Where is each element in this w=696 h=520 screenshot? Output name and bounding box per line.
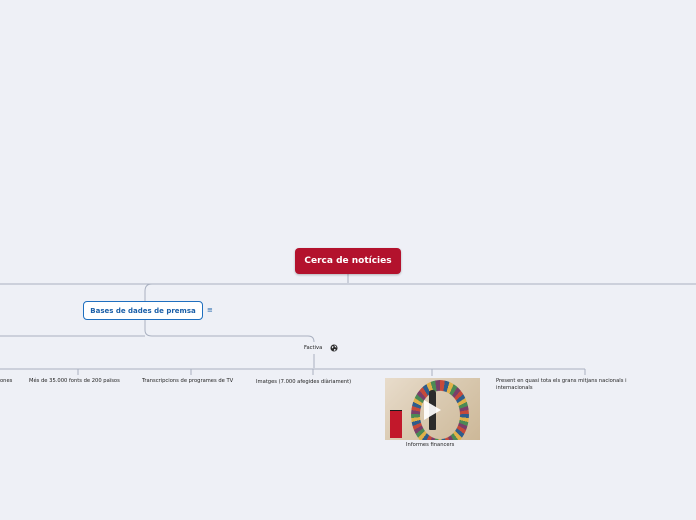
subtopic-factiva[interactable]: Factiva: [304, 345, 322, 351]
book-cover-image: [390, 411, 402, 438]
leaf-ones[interactable]: ones: [0, 378, 12, 384]
notes-icon[interactable]: ≡: [207, 306, 213, 314]
video-thumbnail[interactable]: [385, 378, 480, 440]
leaf-informes[interactable]: Informes financers: [406, 442, 454, 448]
leaf-label: Imatges (7.000 afegides diàriament): [256, 379, 352, 385]
leaf-label: Més de 35.000 fonts de 200 països: [29, 378, 120, 384]
leaf-label: Transcripcions de programes de TV: [142, 378, 234, 384]
root-topic[interactable]: Cerca de notícies: [295, 248, 401, 274]
leaf-fonts[interactable]: Més de 35.000 fonts de 200 països: [29, 378, 120, 384]
main-topic-label: Bases de dades de premsa: [90, 306, 196, 315]
connector-left-branch: [0, 283, 153, 301]
leaf-present[interactable]: Present en quasi tota els grans mitjans …: [496, 378, 646, 391]
leaf-label: Informes financers: [406, 442, 455, 448]
subtopic-label: Factiva: [304, 345, 323, 351]
leaf-label: Present en quasi tota els grans mitjans …: [496, 378, 627, 391]
globe-icon[interactable]: [330, 344, 338, 352]
leaf-imatges[interactable]: Imatges (7.000 afegides diàriament): [256, 379, 351, 385]
root-topic-label: Cerca de notícies: [304, 256, 392, 266]
leaf-transcripcions[interactable]: Transcripcions de programes de TV: [142, 378, 233, 384]
leaf-label: ones: [0, 378, 13, 384]
play-icon[interactable]: [424, 400, 441, 420]
connector-main-to-factiva: [144, 320, 315, 343]
main-topic-bases-de-dades[interactable]: Bases de dades de premsa: [83, 301, 203, 320]
